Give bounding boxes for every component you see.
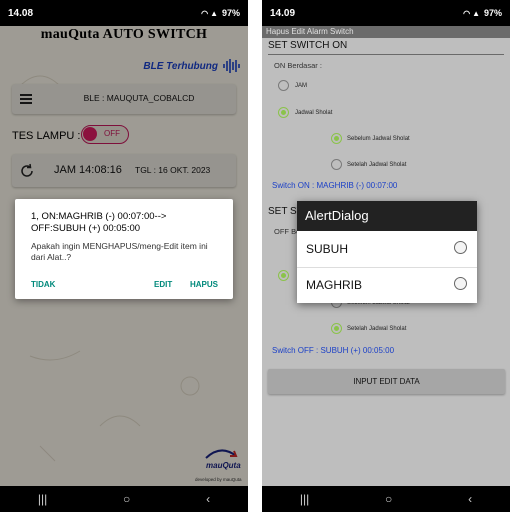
back-icon[interactable]: ‹ — [206, 492, 210, 506]
status-bar: 14.09 ◠ ▲ 97% — [262, 0, 510, 26]
back-icon[interactable]: ‹ — [468, 492, 472, 506]
on-radio-jam[interactable] — [278, 80, 289, 91]
edit-button[interactable]: EDIT — [154, 280, 172, 289]
home-icon[interactable]: ○ — [385, 492, 392, 506]
off-radio-jadwal-sholat[interactable] — [278, 270, 289, 281]
off-option-setelah: Setelah Jadwal Sholat — [347, 326, 407, 332]
off-radio-setelah[interactable] — [331, 323, 342, 334]
on-berdasar-label: ON Berdasar : — [274, 61, 322, 70]
status-bar: 14.08 ◠ ▲ 97% — [0, 0, 248, 26]
signal-icon: ▲ — [210, 8, 218, 18]
navigation-bar: ||| ○ ‹ — [0, 486, 248, 512]
radio-button[interactable] — [454, 241, 467, 254]
alert-option-label: SUBUH — [306, 242, 349, 256]
tidak-button[interactable]: TIDAK — [31, 280, 55, 289]
on-radio-setelah[interactable] — [331, 159, 342, 170]
battery-level: 97% — [221, 8, 240, 18]
edit-alarm-screen: Hapus Edit Alarm Switch SET SWITCH ON ON… — [262, 26, 510, 486]
dialog-message: Apakah ingin MENGHAPUS/meng-Edit item in… — [31, 241, 208, 262]
status-time: 14.08 — [8, 7, 34, 19]
switch-on-summary: Switch ON : MAGHRIB (-) 00:07:00 — [272, 181, 398, 190]
home-icon[interactable]: ○ — [123, 492, 130, 506]
right-phone-screen: 14.09 ◠ ▲ 97% Hapus Edit Alarm Switch SE… — [262, 0, 510, 512]
hapus-button[interactable]: HAPUS — [190, 280, 218, 289]
on-option-sebelum: Sebelum Jadwal Sholat — [347, 136, 410, 142]
on-option-jadwal-sholat: Jadwal Sholat — [295, 110, 333, 116]
delete-edit-dialog: 1, ON:MAGHRIB (-) 00:07:00--> OFF:SUBUH … — [15, 199, 233, 299]
alert-dialog-title: AlertDialog — [297, 201, 477, 231]
alert-option-subuh[interactable]: SUBUH — [297, 232, 477, 266]
on-radio-sebelum[interactable] — [331, 133, 342, 144]
signal-icon: ▲ — [472, 8, 480, 18]
window-title: Hapus Edit Alarm Switch — [262, 26, 510, 38]
status-icons: ◠ ▲ 97% — [201, 8, 240, 18]
set-switch-on-header: SET SWITCH ON — [268, 40, 348, 51]
status-time: 14.09 — [270, 7, 296, 19]
divider — [268, 54, 504, 55]
input-edit-data-button[interactable]: INPUT EDIT DATA — [268, 369, 505, 394]
wifi-icon: ◠ — [463, 8, 471, 18]
wifi-icon: ◠ — [201, 8, 209, 18]
alert-option-label: MAGHRIB — [306, 278, 363, 292]
radio-button[interactable] — [454, 277, 467, 290]
left-phone-screen: 14.08 ◠ ▲ 97% mauQuta AUTO SWITCH BLE Te… — [0, 0, 248, 512]
switch-off-summary: Switch OFF : SUBUH (+) 00:05:00 — [272, 346, 395, 355]
on-option-jam: JAM — [295, 83, 307, 89]
dialog-title: 1, ON:MAGHRIB (-) 00:07:00--> OFF:SUBUH … — [31, 211, 167, 234]
alert-option-maghrib[interactable]: MAGHRIB — [297, 268, 477, 302]
on-option-setelah: Setelah Jadwal Sholat — [347, 162, 407, 168]
main-screen: mauQuta AUTO SWITCH BLE Terhubung BLE : … — [0, 26, 248, 486]
navigation-bar: ||| ○ ‹ — [262, 486, 510, 512]
battery-level: 97% — [483, 8, 502, 18]
on-radio-jadwal-sholat[interactable] — [278, 107, 289, 118]
status-icons: ◠ ▲ 97% — [463, 8, 502, 18]
recents-icon[interactable]: ||| — [300, 492, 309, 506]
recents-icon[interactable]: ||| — [38, 492, 47, 506]
alert-dialog: AlertDialog SUBUH MAGHRIB — [297, 201, 477, 303]
